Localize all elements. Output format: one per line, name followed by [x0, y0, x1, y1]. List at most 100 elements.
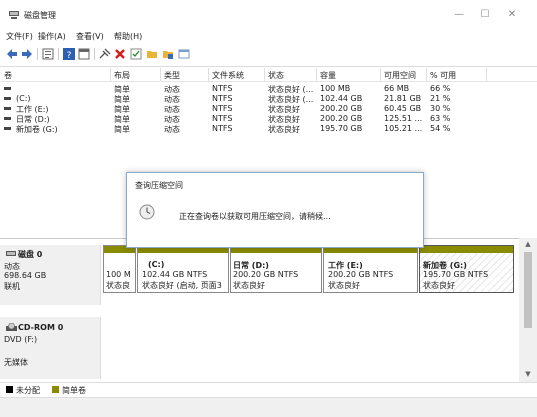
- disk-0-label[interactable]: 磁盘 0 动态 698.64 GB 联机: [0, 245, 101, 305]
- partition-e[interactable]: 工作 (E:) 200.20 GB NTFS 状态良好: [323, 245, 418, 293]
- partition-name: (C:): [148, 260, 165, 269]
- column-divider[interactable]: [110, 68, 111, 81]
- toolbar-separator: [58, 48, 59, 60]
- cell-capacity: 200.20 GB: [320, 104, 363, 113]
- disk-size: 698.64 GB: [4, 271, 47, 280]
- minimize-button[interactable]: —: [452, 8, 466, 22]
- svg-text:?: ?: [67, 51, 72, 60]
- column-divider[interactable]: [426, 68, 427, 81]
- disk-state: 联机: [4, 282, 20, 291]
- partition-type-bar: [420, 246, 513, 253]
- column-header-capacity[interactable]: 容量: [320, 70, 336, 81]
- cdrom-empty-area: [103, 317, 518, 379]
- cell-capacity: 200.20 GB: [320, 114, 363, 123]
- legend-unallocated-swatch: [6, 386, 13, 393]
- partition-d[interactable]: 日常 (D:) 200.20 GB NTFS 状态良好: [230, 245, 322, 293]
- menu-action[interactable]: 操作(A): [38, 31, 66, 42]
- cell-free-space: 60.45 GB: [384, 104, 422, 113]
- cdrom-name: CD-ROM 0: [18, 323, 64, 332]
- scroll-up-icon[interactable]: ▲: [523, 240, 533, 250]
- disk-name: 磁盘 0: [18, 250, 43, 259]
- column-divider[interactable]: [264, 68, 265, 81]
- drive-icon: [4, 107, 11, 110]
- clock-icon: [139, 204, 155, 220]
- table-row[interactable]: 新加卷 (G:) 简单 动态 NTFS 状态良好 195.70 GB 105.2…: [0, 124, 537, 134]
- column-header-free-space[interactable]: 可用空间: [384, 70, 416, 81]
- column-divider[interactable]: [486, 68, 487, 81]
- disk-icon: [6, 251, 16, 256]
- maximize-button[interactable]: ☐: [478, 8, 492, 22]
- menu-view[interactable]: 查看(V): [76, 31, 104, 42]
- refresh-icon[interactable]: [178, 48, 190, 60]
- menu-help[interactable]: 帮助(H): [114, 31, 142, 42]
- check-icon[interactable]: [130, 48, 142, 60]
- partition-g-selected[interactable]: 新加卷 (G:) 195.70 GB NTFS 状态良好: [419, 245, 514, 293]
- properties-icon[interactable]: [78, 48, 90, 60]
- partition-status: 状态良好: [423, 281, 455, 290]
- toolbar-separator: [37, 48, 38, 60]
- column-divider[interactable]: [160, 68, 161, 81]
- cell-percent-free: 54 %: [430, 124, 451, 133]
- disk-graphical-view: 磁盘 0 动态 698.64 GB 联机 100 M 状态良 (C:) 102.…: [0, 238, 537, 382]
- scrollbar-thumb[interactable]: [524, 252, 532, 328]
- partition-c[interactable]: (C:) 102.44 GB NTFS 状态良好 (启动, 页面3: [137, 245, 229, 293]
- disk-0-row[interactable]: 磁盘 0 动态 698.64 GB 联机 100 M 状态良 (C:) 102.…: [0, 245, 520, 305]
- cell-volume: (C:): [16, 94, 31, 103]
- column-header-type[interactable]: 类型: [164, 70, 180, 81]
- drive-icon: [4, 127, 11, 130]
- back-arrow-icon[interactable]: [6, 48, 18, 60]
- legend-simple-label: 简单卷: [62, 386, 86, 395]
- delete-icon[interactable]: [114, 48, 126, 60]
- legend-unallocated-label: 未分配: [16, 386, 40, 395]
- partition-size: 102.44 GB NTFS: [142, 270, 208, 279]
- dialog-title: 查询压缩空间: [135, 181, 183, 190]
- partition-status: 状态良: [106, 281, 130, 290]
- column-header-status[interactable]: 状态: [268, 70, 284, 81]
- menu-file[interactable]: 文件(F): [6, 31, 33, 42]
- close-button[interactable]: ✕: [505, 8, 519, 22]
- cell-type: 动态: [164, 125, 180, 134]
- table-row[interactable]: 日常 (D:) 简单 动态 NTFS 状态良好 200.20 GB 125.51…: [0, 114, 537, 124]
- cell-volume: 新加卷 (G:): [16, 125, 58, 134]
- cdrom-0-label[interactable]: CD-ROM 0 DVD (F:) 无媒体: [0, 317, 101, 379]
- cell-filesystem: NTFS: [212, 84, 233, 93]
- open-icon[interactable]: [162, 48, 174, 60]
- legend-simple-swatch: [52, 386, 59, 393]
- cdrom-0-row[interactable]: CD-ROM 0 DVD (F:) 无媒体: [0, 317, 520, 379]
- connect-icon[interactable]: [99, 48, 111, 60]
- column-header-layout[interactable]: 布局: [114, 70, 130, 81]
- column-divider[interactable]: [316, 68, 317, 81]
- menu-bar: 文件(F) 操作(A) 查看(V) 帮助(H): [0, 29, 537, 43]
- partition-system-reserved[interactable]: 100 M 状态良: [103, 245, 136, 293]
- folder-icon[interactable]: [146, 48, 158, 60]
- volume-list: 卷 布局 类型 文件系统 状态 容量 可用空间 % 可用 简单 动态 NTFS …: [0, 66, 537, 168]
- help-icon[interactable]: ?: [63, 48, 75, 60]
- volume-list-header: 卷 布局 类型 文件系统 状态 容量 可用空间 % 可用: [0, 67, 537, 82]
- column-header-volume[interactable]: 卷: [4, 70, 12, 81]
- cell-free-space: 66 MB: [384, 84, 410, 93]
- cell-capacity: 102.44 GB: [320, 94, 363, 103]
- cell-filesystem: NTFS: [212, 104, 233, 113]
- list-view-icon[interactable]: [42, 48, 54, 60]
- column-divider[interactable]: [208, 68, 209, 81]
- drive-icon: [4, 87, 11, 90]
- table-row[interactable]: 简单 动态 NTFS 状态良好 (... 100 MB 66 MB 66 %: [0, 84, 537, 94]
- partition-status: 状态良好: [328, 281, 360, 290]
- legend: 未分配 简单卷: [0, 382, 537, 396]
- column-header-filesystem[interactable]: 文件系统: [212, 70, 244, 81]
- cell-filesystem: NTFS: [212, 94, 233, 103]
- table-row[interactable]: (C:) 简单 动态 NTFS 状态良好 (... 102.44 GB 21.8…: [0, 94, 537, 104]
- disk-area-scrollbar[interactable]: ▲ ▼: [519, 238, 537, 382]
- forward-arrow-icon[interactable]: [21, 48, 33, 60]
- column-divider[interactable]: [380, 68, 381, 81]
- cdrom-state: 无媒体: [4, 358, 28, 367]
- column-header-percent-free[interactable]: % 可用: [430, 70, 456, 81]
- query-shrink-space-dialog: 查询压缩空间 正在查询卷以获取可用压缩空间，请稍候...: [126, 172, 424, 248]
- toolbar-separator: [94, 48, 95, 60]
- cell-layout: 简单: [114, 125, 130, 134]
- table-row[interactable]: 工作 (E:) 简单 动态 NTFS 状态良好 200.20 GB 60.45 …: [0, 104, 537, 114]
- partition-status: 状态良好: [233, 281, 265, 290]
- cell-capacity: 100 MB: [320, 84, 351, 93]
- scroll-down-icon[interactable]: ▼: [523, 370, 533, 380]
- partition-status: 状态良好 (启动, 页面3: [142, 281, 222, 290]
